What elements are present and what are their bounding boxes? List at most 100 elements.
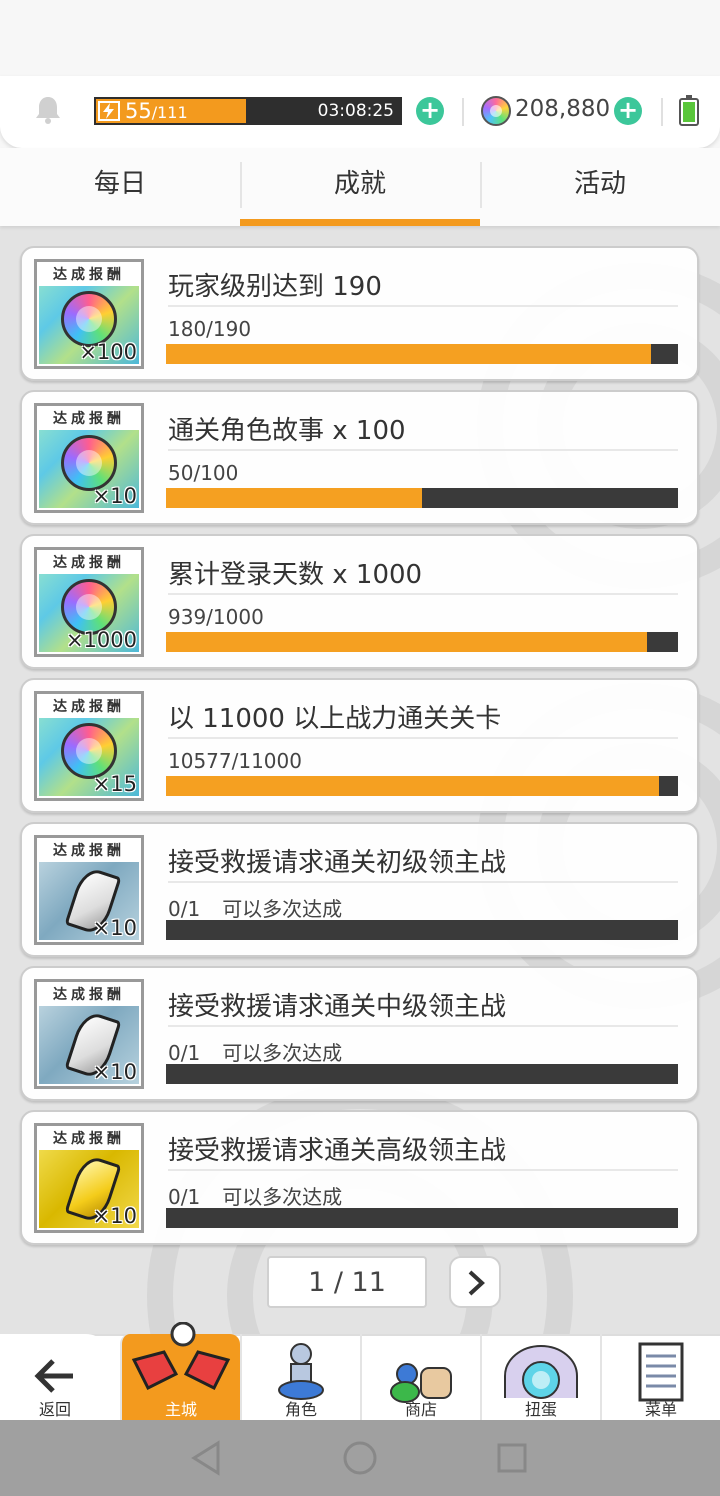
reward-quantity: ×10	[92, 916, 137, 940]
rainbow-gem-icon	[61, 579, 117, 635]
achievement-item: 达成报酬 ×15 以 11000 以上战力通关关卡 10577/11000	[20, 678, 699, 813]
nav-character[interactable]: 角色	[240, 1334, 360, 1424]
reward-quantity: ×10	[92, 484, 137, 508]
bell-icon[interactable]	[34, 94, 62, 124]
achievement-progress: 939/1000	[168, 605, 264, 629]
nav-label: 主城	[164, 1400, 197, 1419]
home-circle-icon[interactable]	[342, 1440, 378, 1476]
progress-bar	[166, 1064, 678, 1084]
nav-label: 扭蛋	[524, 1400, 557, 1419]
achievement-progress: 180/190	[168, 317, 252, 341]
achievement-item: 达成报酬 ×10 接受救援请求通关中级领主战 0/1 可以多次达成	[20, 966, 699, 1101]
achievement-note: 可以多次达成	[222, 1185, 343, 1209]
divider	[168, 1025, 678, 1027]
achievement-progress: 50/100	[168, 461, 239, 485]
nav-shop[interactable]: 商店	[360, 1334, 480, 1424]
reward-tag: 达成报酬	[39, 264, 139, 286]
nav-label: 商店	[404, 1400, 437, 1419]
achievement-note: 可以多次达成	[222, 897, 343, 921]
progress-bar	[166, 344, 678, 364]
achievement-title: 接受救援请求通关初级领主战	[168, 848, 507, 878]
reward-quantity: ×100	[79, 340, 137, 364]
page-indicator: 1 / 11	[267, 1256, 427, 1308]
reward-box: 达成报酬 ×10	[34, 1123, 144, 1233]
achievement-progress: 10577/11000	[168, 749, 302, 773]
achievement-progress: 0/1 可以多次达成	[168, 1041, 343, 1065]
progress-bar-fill	[166, 488, 422, 508]
bottom-nav: 返回 主城 角色 商店 扭蛋 菜单	[0, 1321, 720, 1424]
system-nav-bar	[0, 1420, 720, 1496]
divider	[168, 449, 678, 451]
nav-gacha[interactable]: 扭蛋	[480, 1334, 600, 1424]
add-stamina-button[interactable]: +	[416, 97, 444, 125]
gem-count: 208,880	[515, 96, 611, 122]
reward-quantity: ×15	[92, 772, 137, 796]
back-triangle-icon[interactable]	[190, 1440, 222, 1476]
rainbow-gem-icon	[61, 435, 117, 491]
battery-icon	[679, 95, 699, 126]
castle-icon	[131, 1321, 231, 1391]
back-arrow-icon	[34, 1359, 73, 1393]
progress-bar	[166, 776, 678, 796]
reward-tag: 达成报酬	[39, 1128, 139, 1150]
divider	[168, 881, 678, 883]
achievement-item: 达成报酬 ×10 接受救援请求通关初级领主战 0/1 可以多次达成	[20, 822, 699, 957]
reward-quantity: ×10	[92, 1060, 137, 1084]
progress-bar	[166, 488, 678, 508]
reward-box: 达成报酬 ×10	[34, 835, 144, 945]
tab-daily[interactable]: 每日	[0, 148, 240, 226]
lightning-icon	[98, 101, 120, 121]
nav-label: 角色	[284, 1400, 317, 1419]
menu-list-icon	[638, 1342, 684, 1402]
progress-bar-fill	[166, 776, 659, 796]
character-icon	[278, 1343, 324, 1400]
rainbow-gem-icon	[61, 291, 117, 347]
nav-label: 返回	[38, 1400, 71, 1419]
stamina-bar: 55/111 03:08:25	[94, 97, 402, 125]
tab-achievements[interactable]: 成就	[240, 148, 480, 226]
reward-box: 达成报酬 ×10	[34, 979, 144, 1089]
achievement-title: 玩家级别达到 190	[168, 272, 382, 302]
reward-tag: 达成报酬	[39, 984, 139, 1006]
achievement-title: 以 11000 以上战力通关关卡	[168, 704, 502, 734]
chevron-right-icon	[468, 1270, 485, 1296]
divider	[168, 737, 678, 739]
divider	[168, 593, 678, 595]
achievement-item: 达成报酬 ×10 通关角色故事 x 100 50/100	[20, 390, 699, 525]
achievement-title: 接受救援请求通关中级领主战	[168, 992, 507, 1022]
reward-quantity: ×1000	[65, 628, 137, 652]
status-card: 55/111 03:08:25 + 208,880 +	[0, 76, 720, 148]
reward-box: 达成报酬 ×1000	[34, 547, 144, 657]
progress-bar	[166, 920, 678, 940]
reward-tag: 达成报酬	[39, 408, 139, 430]
rainbow-gem-icon	[61, 723, 117, 779]
achievement-title: 通关角色故事 x 100	[168, 416, 406, 446]
tab-bar: 每日 成就 活动	[0, 148, 720, 226]
tab-events[interactable]: 活动	[480, 148, 720, 226]
achievement-progress: 0/1 可以多次达成	[168, 897, 343, 921]
add-gems-button[interactable]: +	[614, 97, 642, 125]
achievement-item: 达成报酬 ×100 玩家级别达到 190 180/190	[20, 246, 699, 381]
reward-tag: 达成报酬	[39, 696, 139, 718]
progress-bar-fill	[166, 632, 647, 652]
reward-box: 达成报酬 ×15	[34, 691, 144, 801]
progress-bar-fill	[166, 344, 651, 364]
reward-quantity: ×10	[92, 1204, 137, 1228]
gacha-icon	[504, 1345, 578, 1399]
nav-label: 菜单	[644, 1400, 677, 1419]
stamina-value: 55/111	[125, 99, 188, 123]
reward-tag: 达成报酬	[39, 840, 139, 862]
recents-square-icon[interactable]	[496, 1440, 528, 1476]
achievement-title: 接受救援请求通关高级领主战	[168, 1136, 507, 1166]
divider	[168, 1169, 678, 1171]
divider	[661, 98, 663, 126]
nav-castle[interactable]: 主城	[120, 1321, 240, 1424]
next-page-button[interactable]	[449, 1256, 501, 1308]
achievement-item: 达成报酬 ×10 接受救援请求通关高级领主战 0/1 可以多次达成	[20, 1110, 699, 1245]
top-bar: 55/111 03:08:25 + 208,880 +	[0, 0, 720, 148]
rainbow-gem-icon	[481, 96, 511, 126]
achievement-item: 达成报酬 ×1000 累计登录天数 x 1000 939/1000	[20, 534, 699, 669]
nav-menu[interactable]: 菜单	[600, 1334, 720, 1424]
reward-tag: 达成报酬	[39, 552, 139, 574]
nav-back[interactable]: 返回	[0, 1334, 110, 1424]
